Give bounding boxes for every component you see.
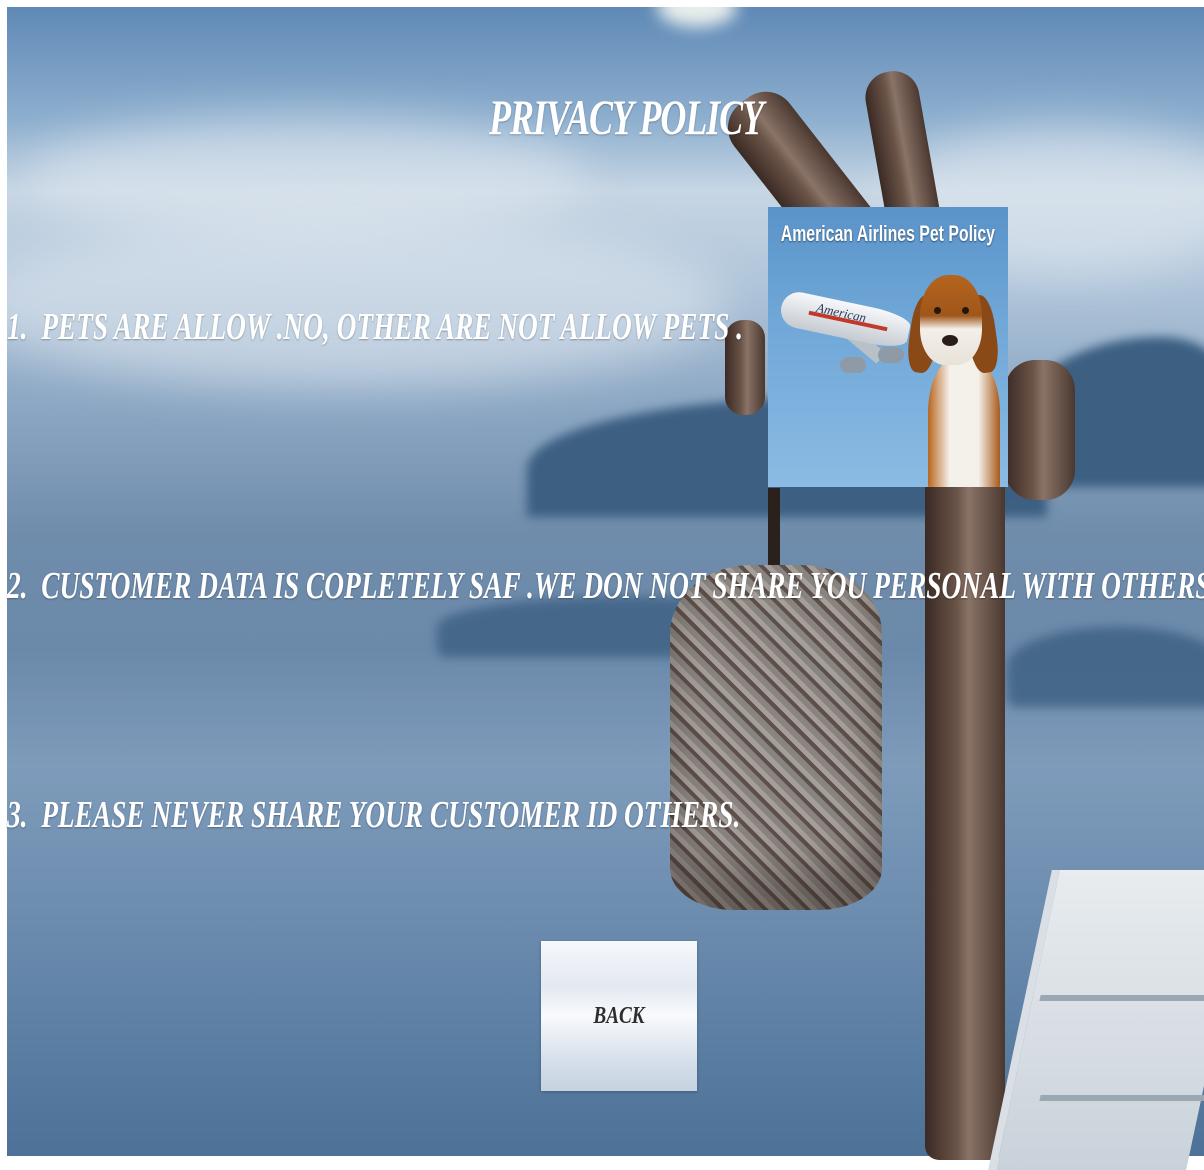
policy-item-1: 1. PETS ARE ALLOW .NO, OTHER ARE NOT ALL… xyxy=(7,305,743,349)
back-button-label: BACK xyxy=(593,1002,645,1029)
airplane-engine xyxy=(840,357,866,373)
lantern-cord xyxy=(768,488,780,568)
airplane-engine xyxy=(878,347,904,363)
policy-number: 2. xyxy=(7,565,28,607)
page-title: PRIVACY POLICY xyxy=(489,89,764,145)
cloud xyxy=(7,217,727,387)
policy-text: CUSTOMER DATA IS COPLETELY SAF .WE DON N… xyxy=(41,565,1204,607)
pet-policy-image: American Airlines Pet Policy American xyxy=(768,207,1008,487)
pet-policy-image-title: American Airlines Pet Policy xyxy=(780,221,995,246)
wooden-post xyxy=(925,380,1005,1160)
policy-item-3: 3. PLEASE NEVER SHARE YOUR CUSTOMER ID O… xyxy=(7,793,740,837)
policy-text: PLEASE NEVER SHARE YOUR CUSTOMER ID OTHE… xyxy=(41,794,741,836)
back-button[interactable]: BACK xyxy=(541,941,697,1091)
wooden-branch-stub xyxy=(1005,360,1075,500)
policy-text: PETS ARE ALLOW .NO, OTHER ARE NOT ALLOW … xyxy=(41,306,744,348)
sun-glow xyxy=(657,7,737,27)
dog-eye xyxy=(962,307,969,314)
policy-number: 3. xyxy=(7,794,28,836)
policy-number: 1. xyxy=(7,306,28,348)
beagle-dog-icon xyxy=(920,275,982,365)
boat-plank xyxy=(1039,1095,1204,1101)
policy-item-2: 2. CUSTOMER DATA IS COPLETELY SAF .WE DO… xyxy=(7,564,1204,608)
dog-eye xyxy=(934,307,941,314)
dog-body xyxy=(928,357,1000,487)
island xyxy=(1007,627,1204,707)
dog-nose xyxy=(942,335,958,346)
boat-plank xyxy=(1039,995,1204,1001)
woven-lantern xyxy=(670,565,882,910)
